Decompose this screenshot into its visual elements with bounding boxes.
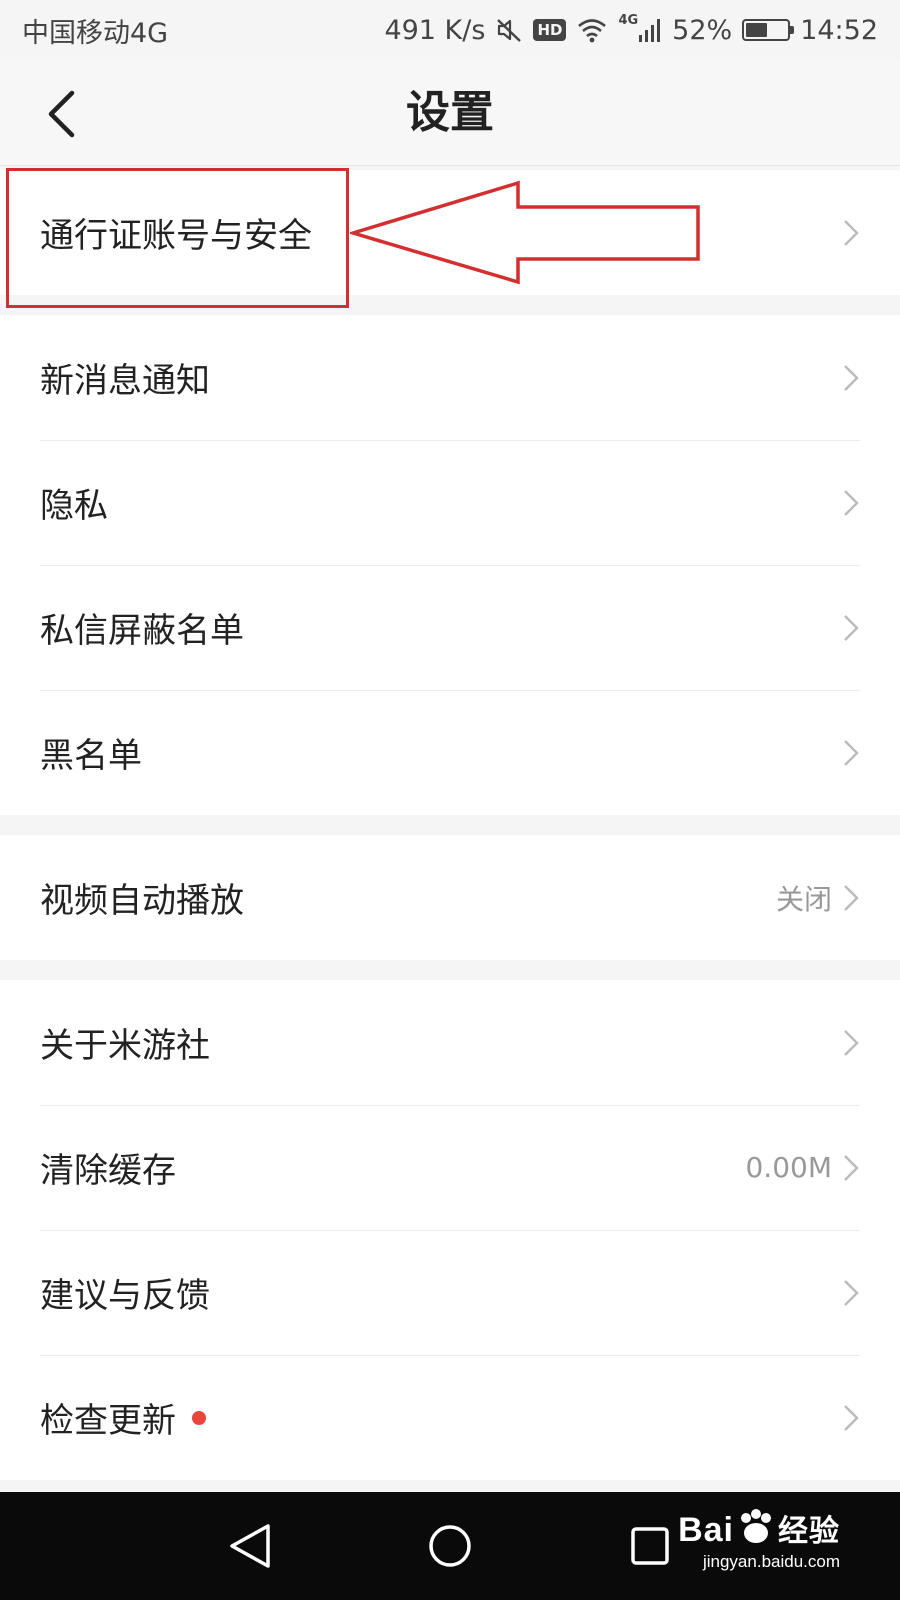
- row-blacklist[interactable]: 黑名单: [0, 690, 900, 815]
- row-clear-cache[interactable]: 清除缓存 0.00M: [0, 1105, 900, 1230]
- row-value: 关闭: [775, 882, 832, 916]
- row-feedback[interactable]: 建议与反馈: [0, 1230, 900, 1355]
- row-label: 关于米游社: [40, 1026, 210, 1066]
- status-indicators: 491 K/s HD 4G 52% 14:52: [384, 12, 878, 46]
- row-check-update[interactable]: 检查更新: [0, 1355, 900, 1480]
- row-notifications[interactable]: 新消息通知: [0, 315, 900, 440]
- status-bar: 中国移动4G 491 K/s HD 4G 52% 14:52: [0, 0, 900, 60]
- wifi-icon: [578, 19, 607, 43]
- back-arrow-icon: [48, 90, 75, 138]
- annotation-highlight-box: [6, 168, 349, 308]
- paw-icon: [741, 1509, 771, 1543]
- chevron-right-icon: [844, 1279, 859, 1306]
- carrier-label: 中国移动4G: [22, 17, 169, 49]
- mute-icon: [497, 19, 522, 42]
- back-triangle-icon[interactable]: [220, 1516, 280, 1576]
- row-video-autoplay[interactable]: 视频自动播放 关闭: [0, 835, 900, 960]
- chevron-right-icon: [844, 364, 859, 391]
- network-speed: 491 K/s: [384, 14, 486, 46]
- back-button[interactable]: [36, 84, 86, 144]
- chevron-right-icon: [844, 489, 859, 516]
- chevron-right-icon: [844, 1154, 859, 1181]
- home-circle-icon[interactable]: [420, 1516, 480, 1576]
- page-title: 设置: [406, 87, 494, 138]
- chevron-right-icon: [844, 219, 859, 246]
- row-label: 黑名单: [40, 736, 142, 776]
- battery-percent: 52%: [672, 14, 733, 46]
- battery-icon: [742, 19, 795, 41]
- row-label-wrap: 检查更新: [40, 1393, 842, 1442]
- settings-group-privacy: 新消息通知 隐私 私信屏蔽名单 黑名单: [0, 315, 900, 815]
- row-label: 视频自动播放: [40, 881, 244, 921]
- row-label: 私信屏蔽名单: [40, 611, 244, 651]
- row-label: 隐私: [40, 486, 108, 526]
- baidu-jingyan-watermark: Bai 经验 jingyan.baidu.com: [678, 1506, 840, 1572]
- settings-group-video: 视频自动播放 关闭: [0, 835, 900, 960]
- row-label: 新消息通知: [40, 361, 210, 401]
- system-nav-bar: Bai 经验 jingyan.baidu.com: [0, 1492, 900, 1600]
- annotation-arrow-icon: [350, 180, 700, 285]
- chevron-right-icon: [844, 884, 859, 911]
- row-label: 检查更新: [40, 1401, 176, 1441]
- row-privacy[interactable]: 隐私: [0, 440, 900, 565]
- watermark-logo-left: Bai: [678, 1511, 734, 1549]
- nav-bar: 设置: [0, 60, 900, 166]
- update-badge-dot: [192, 1410, 206, 1425]
- hd-badge: HD: [533, 19, 567, 41]
- watermark-logo: Bai 经验: [678, 1506, 840, 1550]
- recent-apps-icon[interactable]: [620, 1516, 680, 1576]
- network-type-label: 4G: [618, 12, 639, 28]
- signal-icon: [639, 19, 661, 42]
- chevron-right-icon: [844, 614, 859, 641]
- row-label: 清除缓存: [40, 1151, 176, 1191]
- chevron-right-icon: [844, 1404, 859, 1431]
- watermark-url: jingyan.baidu.com: [702, 1552, 840, 1571]
- row-about[interactable]: 关于米游社: [0, 980, 900, 1105]
- clock: 14:52: [800, 14, 878, 46]
- battery-level: [746, 23, 767, 37]
- chevron-right-icon: [844, 739, 859, 766]
- row-value: 0.00M: [745, 1151, 832, 1184]
- row-dm-block-list[interactable]: 私信屏蔽名单: [0, 565, 900, 690]
- chevron-right-icon: [844, 1029, 859, 1056]
- row-label: 建议与反馈: [40, 1276, 210, 1316]
- settings-group-about: 关于米游社 清除缓存 0.00M 建议与反馈 检查更新: [0, 980, 900, 1480]
- watermark-logo-right: 经验: [778, 1514, 840, 1549]
